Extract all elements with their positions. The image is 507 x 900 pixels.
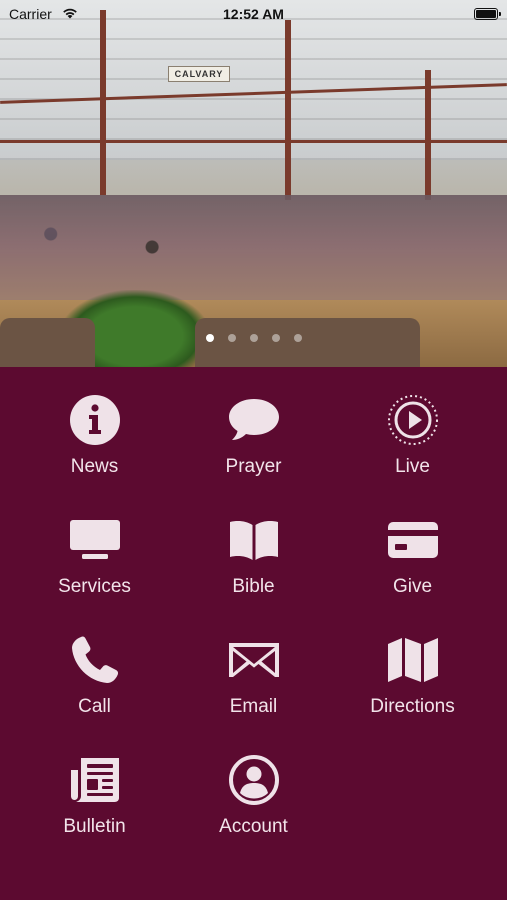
play-circle-icon xyxy=(385,392,441,448)
directions-label: Directions xyxy=(370,696,455,717)
call-button[interactable]: Call xyxy=(15,628,174,748)
calvary-sign: CALVARY xyxy=(168,66,230,82)
page-indicator[interactable] xyxy=(0,334,507,342)
email-label: Email xyxy=(229,696,278,717)
status-bar: Carrier 12:52 AM xyxy=(0,0,507,28)
chair xyxy=(0,318,95,367)
hero-photo[interactable]: CALVARY xyxy=(0,0,507,367)
news-button[interactable]: News xyxy=(15,388,174,508)
open-book-icon xyxy=(226,512,282,568)
prayer-button[interactable]: Prayer xyxy=(174,388,333,508)
directions-button[interactable]: Directions xyxy=(333,628,492,748)
envelope-icon xyxy=(226,632,282,688)
bulletin-label: Bulletin xyxy=(63,816,126,837)
battery-icon xyxy=(474,8,501,20)
page-dot[interactable] xyxy=(227,334,236,342)
chair xyxy=(195,318,420,367)
beam xyxy=(0,140,507,143)
give-button[interactable]: Give xyxy=(333,508,492,628)
beam xyxy=(425,70,431,200)
give-label: Give xyxy=(392,576,433,597)
page-dot[interactable] xyxy=(293,334,302,342)
user-circle-icon xyxy=(226,752,282,808)
call-label: Call xyxy=(78,696,111,717)
news-label: News xyxy=(70,456,119,477)
page-dot[interactable] xyxy=(271,334,280,342)
account-label: Account xyxy=(219,816,288,837)
info-icon xyxy=(67,392,123,448)
map-icon xyxy=(385,632,441,688)
services-button[interactable]: Services xyxy=(15,508,174,628)
email-button[interactable]: Email xyxy=(174,628,333,748)
newspaper-icon xyxy=(67,752,123,808)
clock: 12:52 AM xyxy=(223,6,284,22)
live-button[interactable]: Live xyxy=(333,388,492,508)
beam xyxy=(100,10,106,195)
credit-card-icon xyxy=(385,512,441,568)
bible-button[interactable]: Bible xyxy=(174,508,333,628)
speech-bubble-icon xyxy=(226,392,282,448)
bible-label: Bible xyxy=(232,576,275,597)
menu-grid: News Prayer Live Services Bible Give Cal… xyxy=(15,388,492,868)
page-dot[interactable] xyxy=(205,334,214,342)
monitor-icon xyxy=(67,512,123,568)
bulletin-button[interactable]: Bulletin xyxy=(15,748,174,868)
account-button[interactable]: Account xyxy=(174,748,333,868)
page-dot[interactable] xyxy=(249,334,258,342)
services-label: Services xyxy=(58,576,131,597)
phone-icon xyxy=(67,632,123,688)
live-label: Live xyxy=(395,456,430,477)
beam xyxy=(285,20,291,200)
prayer-label: Prayer xyxy=(225,456,282,477)
